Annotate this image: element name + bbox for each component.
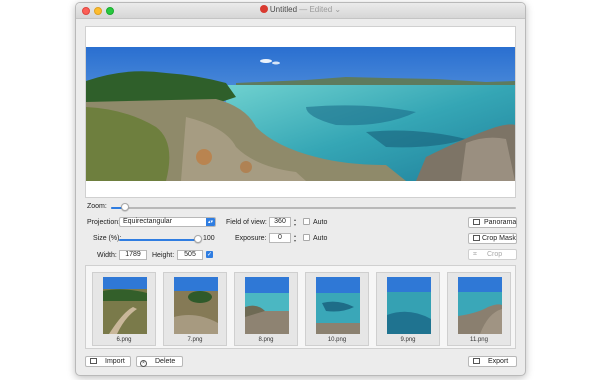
width-field[interactable]: 1789 [119, 250, 147, 260]
document-icon [259, 5, 268, 13]
zoom-row: Zoom: [85, 201, 516, 213]
crop-button-label: Crop [486, 251, 503, 258]
fov-auto-label: Auto [313, 219, 328, 226]
app-window: Untitled — Edited ⌄ Zoom: Projection: Eq… [75, 2, 526, 376]
thumbnail-item[interactable]: 8.png [234, 272, 298, 346]
thumbnail-image [174, 277, 218, 334]
panorama-button[interactable]: Panorama [468, 217, 517, 228]
thumbnail-label: 11.png [470, 337, 488, 343]
height-field[interactable]: 505 [177, 250, 203, 260]
chevron-updown-icon: ▴▾ [206, 218, 215, 226]
size-slider-fill [119, 239, 199, 241]
height-label: Height: [152, 252, 175, 259]
window-title-edited: — Edited ⌄ [299, 5, 342, 14]
thumbnail-image [103, 277, 147, 334]
import-button-label: Import [105, 358, 125, 365]
size-label: Size (%): [93, 235, 122, 242]
fov-auto-checkbox[interactable] [303, 218, 310, 225]
thumbnail-image [316, 277, 360, 334]
export-button-label: Export [488, 358, 509, 365]
export-button[interactable]: Export [468, 356, 517, 367]
import-button[interactable]: Import [85, 356, 131, 367]
thumbnail-item[interactable]: 7.png [163, 272, 227, 346]
size-value: 100 [203, 235, 215, 242]
window-title-text: Untitled [269, 5, 298, 14]
exposure-field[interactable]: 0 [269, 233, 291, 243]
keep-aspect-checkbox[interactable]: ✓ [206, 251, 213, 258]
thumbnail-label: 7.png [187, 337, 203, 343]
fov-label: Field of view: [226, 219, 267, 226]
thumbnail-label: 10.png [327, 337, 347, 343]
delete-icon: × [140, 360, 147, 367]
panorama-preview[interactable] [85, 26, 516, 198]
width-label: Width: [97, 252, 117, 259]
thumbnail-item[interactable]: 6.png [92, 272, 156, 346]
panorama-image [86, 47, 515, 181]
thumbnail-label: 8.png [258, 337, 274, 343]
crop-icon: ⌗ [473, 251, 477, 258]
thumbnail-image [245, 277, 289, 334]
thumbnail-label: 6.png [116, 337, 132, 343]
projection-select[interactable]: Equirectangular ▴▾ [119, 217, 216, 227]
size-slider-knob[interactable] [194, 235, 202, 243]
thumbnail-item[interactable]: 9.png [376, 272, 440, 346]
projection-label: Projection: [87, 219, 121, 226]
zoom-slider-knob[interactable] [121, 203, 129, 211]
window-title[interactable]: Untitled — Edited ⌄ [76, 5, 525, 14]
title-bar: Untitled — Edited ⌄ [76, 3, 525, 19]
crop-button[interactable]: ⌗ Crop [468, 249, 517, 260]
thumbnail-item[interactable]: 10.png [305, 272, 369, 346]
thumbnail-item[interactable]: 11.png [447, 272, 511, 346]
delete-button-label: Delete [155, 358, 176, 365]
exposure-label: Exposure: [235, 235, 267, 242]
thumbnail-image [458, 277, 502, 334]
crop-mask-button-label: Crop Mask [482, 235, 516, 242]
import-icon [90, 358, 97, 364]
delete-button[interactable]: × Delete [136, 356, 183, 367]
thumbnail-image [387, 277, 431, 334]
projection-value: Equirectangular [123, 218, 173, 225]
crop-mask-button[interactable]: Crop Mask [468, 233, 517, 244]
exposure-stepper[interactable]: ▴ ▾ [292, 233, 298, 243]
zoom-label: Zoom: [87, 203, 107, 210]
exposure-auto-checkbox[interactable] [303, 234, 310, 241]
fov-stepper[interactable]: ▴ ▾ [292, 217, 298, 227]
thumbnail-label: 9.png [400, 337, 416, 343]
export-icon [473, 358, 480, 364]
zoom-slider[interactable] [111, 207, 516, 209]
fov-field[interactable]: 360 [269, 217, 291, 227]
crop-mask-icon [473, 235, 480, 241]
thumbnail-strip[interactable]: 6.png 7.png 8.png 10.png 9.png 11.png [85, 265, 516, 349]
exposure-auto-label: Auto [313, 235, 328, 242]
panorama-button-label: Panorama [484, 219, 517, 226]
panorama-icon [473, 219, 480, 225]
